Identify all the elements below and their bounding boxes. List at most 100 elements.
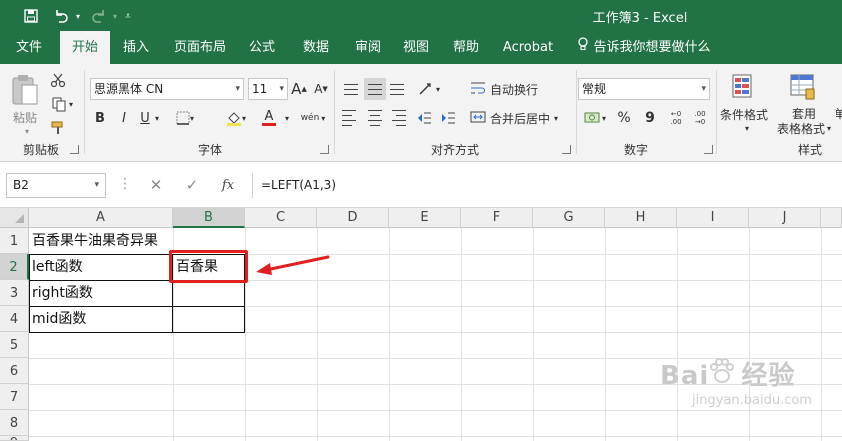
tab-help[interactable]: 帮助 bbox=[444, 31, 488, 64]
bold-button[interactable]: B bbox=[92, 108, 108, 128]
enter-icon[interactable]: ✓ bbox=[180, 173, 204, 198]
save-icon[interactable] bbox=[20, 6, 42, 26]
shrink-font-button[interactable]: A ▼ bbox=[312, 78, 330, 100]
tab-formulas[interactable]: 公式 bbox=[240, 31, 284, 64]
row-header-5[interactable]: 5 bbox=[0, 332, 29, 358]
row-header-6[interactable]: 6 bbox=[0, 358, 29, 384]
percent-button[interactable]: % bbox=[614, 108, 634, 128]
fill-color-icon[interactable]: ▾ bbox=[222, 108, 250, 128]
row-header-2[interactable]: 2 bbox=[0, 254, 29, 280]
wrap-text-button[interactable]: 自动换行 bbox=[470, 78, 550, 100]
cell-a2[interactable]: left函数 bbox=[29, 254, 173, 280]
align-bottom-icon[interactable] bbox=[388, 80, 406, 98]
align-center-icon[interactable] bbox=[366, 108, 384, 128]
tab-home[interactable]: 开始 bbox=[60, 31, 110, 65]
insert-function-icon[interactable]: fx bbox=[216, 173, 240, 198]
merge-dropdown-icon[interactable]: ▾ bbox=[554, 114, 558, 123]
group-divider bbox=[576, 70, 577, 154]
italic-button[interactable]: I bbox=[116, 108, 132, 128]
column-header-j[interactable]: J bbox=[749, 208, 821, 228]
formula-input[interactable]: =LEFT(A1,3) bbox=[252, 173, 842, 198]
tab-review[interactable]: 审阅 bbox=[346, 31, 390, 64]
column-header-c[interactable]: C bbox=[245, 208, 317, 228]
font-launcher-icon[interactable] bbox=[320, 145, 329, 154]
format-table-label-1[interactable]: 套用 bbox=[784, 106, 824, 121]
tab-view[interactable]: 视图 bbox=[394, 31, 438, 64]
column-header-i[interactable]: I bbox=[677, 208, 749, 228]
column-header-d[interactable]: D bbox=[317, 208, 389, 228]
row-header-8[interactable]: 8 bbox=[0, 410, 29, 436]
row-header-9[interactable]: 9 bbox=[0, 436, 29, 441]
merge-center-button[interactable]: 合并后居中 ▾ bbox=[470, 108, 568, 128]
align-right-icon[interactable] bbox=[388, 108, 406, 128]
alignment-launcher-icon[interactable] bbox=[562, 145, 571, 154]
align-middle-icon[interactable] bbox=[364, 78, 386, 100]
column-header-f[interactable]: F bbox=[461, 208, 533, 228]
phonetic-button[interactable]: wén ▾ bbox=[298, 108, 328, 128]
name-box[interactable]: B2 ▾ bbox=[6, 173, 106, 198]
tab-insert[interactable]: 插入 bbox=[114, 31, 158, 64]
paste-icon[interactable] bbox=[8, 72, 42, 108]
underline-dropdown-icon[interactable]: ▾ bbox=[152, 108, 162, 128]
number-format-combo[interactable]: 常规 ▾ bbox=[578, 78, 710, 100]
paste-button[interactable]: 粘贴 bbox=[8, 108, 42, 126]
redo-dropdown-icon[interactable]: ▾ bbox=[110, 6, 120, 26]
row-header-7[interactable]: 7 bbox=[0, 384, 29, 410]
column-header-next[interactable] bbox=[821, 208, 842, 228]
font-size-combo[interactable]: 11 ▾ bbox=[248, 78, 288, 100]
format-table-label-2[interactable]: 表格格式 ▾ bbox=[772, 120, 836, 136]
row-header-4[interactable]: 4 bbox=[0, 306, 29, 332]
font-name-combo[interactable]: 思源黑体 CN ▾ bbox=[90, 78, 244, 100]
border-icon[interactable]: ▾ bbox=[172, 108, 198, 128]
format-as-table-icon[interactable] bbox=[786, 70, 820, 104]
cancel-icon[interactable]: ✕ bbox=[144, 173, 168, 198]
clipboard-launcher-icon[interactable] bbox=[70, 145, 79, 154]
copy-icon[interactable]: ▾ bbox=[48, 94, 76, 114]
comma-style-button[interactable]: 9 bbox=[640, 108, 660, 128]
redo-icon[interactable] bbox=[88, 6, 110, 26]
row-header-1[interactable]: 1 bbox=[0, 228, 29, 254]
tab-acrobat[interactable]: Acrobat bbox=[500, 31, 556, 64]
decrease-decimal-icon[interactable]: .00 →0 bbox=[690, 108, 710, 128]
column-header-e[interactable]: E bbox=[389, 208, 461, 228]
conditional-format-icon[interactable] bbox=[726, 70, 762, 104]
select-all-corner[interactable] bbox=[0, 208, 29, 228]
align-left-icon[interactable] bbox=[342, 108, 360, 128]
orientation-icon[interactable]: ▾ bbox=[414, 78, 444, 100]
column-header-g[interactable]: G bbox=[533, 208, 605, 228]
grow-font-button[interactable]: A ▲ bbox=[290, 78, 308, 100]
conditional-dropdown-icon[interactable]: ▾ bbox=[742, 122, 752, 134]
font-size-value: 11 bbox=[252, 82, 268, 96]
window-title: 工作簿3 - Excel bbox=[592, 11, 688, 26]
undo-dropdown-icon[interactable]: ▾ bbox=[72, 6, 84, 26]
formula-bar-grip[interactable]: ⋮ bbox=[118, 175, 132, 195]
column-header-b[interactable]: B bbox=[173, 208, 245, 228]
increase-indent-icon[interactable] bbox=[438, 108, 458, 128]
column-header-h[interactable]: H bbox=[605, 208, 677, 228]
tell-me-search[interactable]: 告诉我你想要做什么 bbox=[574, 31, 714, 64]
accounting-format-icon[interactable]: ▾ bbox=[580, 108, 610, 128]
tab-page-layout[interactable]: 页面布局 bbox=[168, 31, 232, 64]
increase-decimal-icon[interactable]: ←0.00 bbox=[666, 108, 686, 128]
cell-styles-label[interactable]: 单 bbox=[836, 106, 842, 121]
number-format-value: 常规 bbox=[582, 82, 607, 96]
align-top-icon[interactable] bbox=[342, 80, 360, 98]
undo-icon[interactable] bbox=[50, 6, 72, 26]
decrease-indent-icon[interactable] bbox=[414, 108, 434, 128]
tab-data[interactable]: 数据 bbox=[294, 31, 338, 64]
cell-a3[interactable]: right函数 bbox=[29, 280, 173, 306]
cut-icon[interactable] bbox=[48, 70, 68, 90]
cell-a1[interactable]: 百香果牛油果奇异果 bbox=[29, 228, 189, 254]
font-color-dropdown-icon[interactable]: ▾ bbox=[282, 108, 292, 128]
tab-file[interactable]: 文件 bbox=[6, 31, 52, 64]
paste-dropdown-icon[interactable]: ▾ bbox=[22, 126, 32, 136]
number-launcher-icon[interactable] bbox=[704, 145, 713, 154]
underline-button[interactable]: U bbox=[138, 108, 152, 128]
column-header-a[interactable]: A bbox=[29, 208, 173, 228]
cell-a4[interactable]: mid函数 bbox=[29, 306, 173, 332]
row-header-3[interactable]: 3 bbox=[0, 280, 29, 306]
format-painter-icon[interactable] bbox=[48, 118, 68, 138]
conditional-format-button[interactable]: 条件格式 bbox=[716, 106, 772, 122]
customize-icon[interactable]: ⩡ bbox=[120, 6, 136, 26]
font-color-button[interactable]: A bbox=[256, 108, 282, 128]
